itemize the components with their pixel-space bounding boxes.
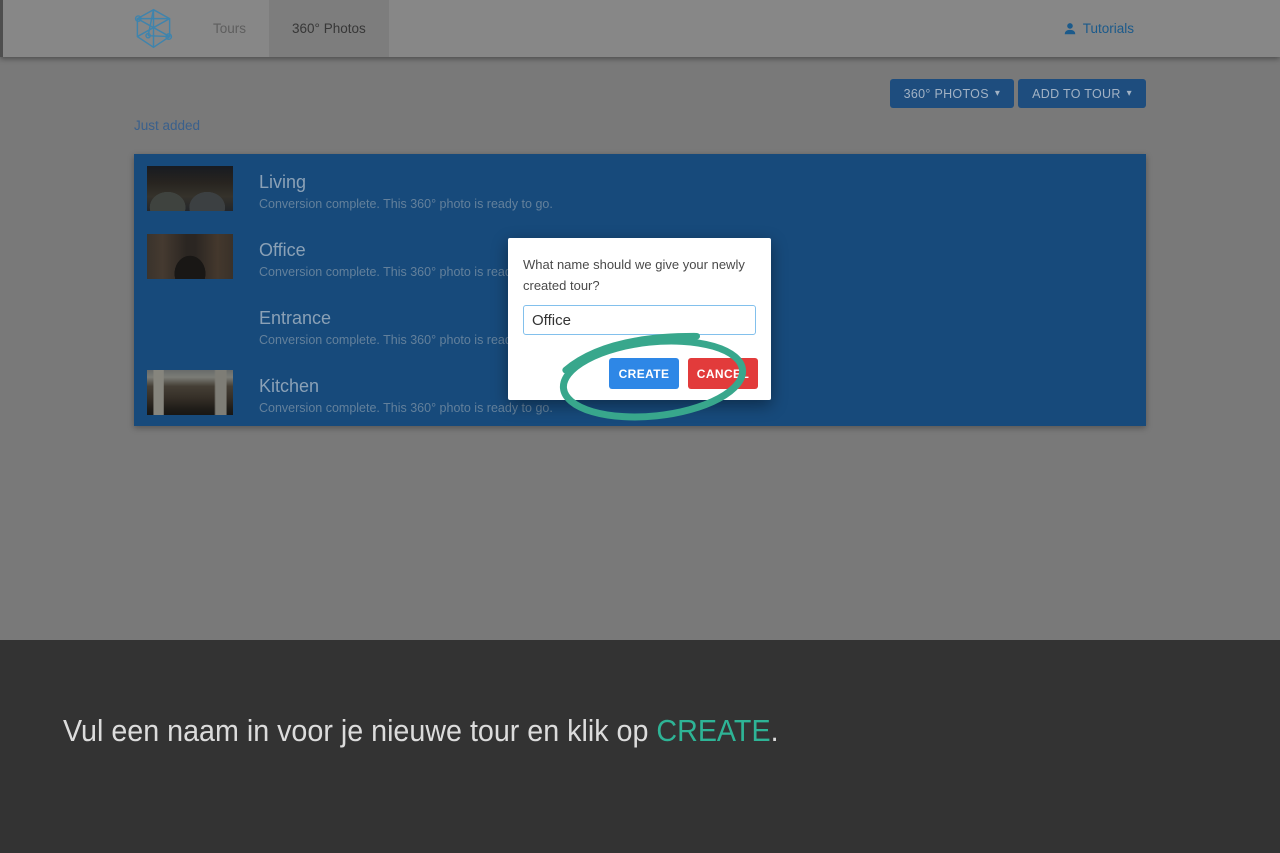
photo-thumbnail [147, 234, 233, 279]
just-added-label: Just added [134, 118, 200, 133]
caret-down-icon: ▾ [995, 88, 1000, 99]
tab-360-photos[interactable]: 360° Photos [269, 0, 389, 57]
tutorials-link[interactable]: Tutorials [1063, 0, 1134, 57]
caption-highlight: CREATE [656, 714, 770, 748]
photo-thumbnail [147, 302, 233, 347]
photo-row-living[interactable]: Living Conversion complete. This 360° ph… [147, 166, 1133, 211]
caption-prefix: Vul een naam in voor je nieuwe tour en k… [63, 714, 656, 748]
photo-status: Conversion complete. This 360° photo is … [259, 197, 553, 211]
top-navbar: Tours 360° Photos Tutorials [0, 0, 1280, 57]
window-edge [0, 0, 3, 57]
cancel-button[interactable]: CANCEL [688, 358, 758, 389]
nav-tabs: Tours 360° Photos [190, 0, 389, 57]
caption-suffix: . [771, 714, 779, 748]
toolbar: 360° PHOTOS ▾ ADD TO TOUR ▾ [890, 79, 1146, 108]
create-button[interactable]: CREATE [609, 358, 679, 389]
photo-thumbnail [147, 166, 233, 211]
add-to-tour-dropdown-button[interactable]: ADD TO TOUR ▾ [1018, 79, 1146, 108]
tab-tours[interactable]: Tours [190, 0, 269, 57]
photo-status: Conversion complete. This 360° photo is … [259, 401, 553, 415]
photo-title: Living [259, 171, 553, 193]
tour-name-input[interactable] [523, 305, 756, 335]
photo-thumbnail [147, 370, 233, 415]
photos-dropdown-button[interactable]: 360° PHOTOS ▾ [890, 79, 1015, 108]
caret-down-icon: ▾ [1127, 88, 1132, 99]
caption-band: Vul een naam in voor je nieuwe tour en k… [0, 640, 1280, 853]
tutorials-label: Tutorials [1083, 21, 1134, 36]
user-icon [1063, 22, 1077, 36]
caption-text: Vul een naam in voor je nieuwe tour en k… [63, 714, 779, 749]
app-logo-icon[interactable] [132, 7, 175, 50]
tutorial-slide: Tours 360° Photos Tutorials 360° PHOTOS … [0, 0, 1280, 853]
create-tour-dialog: What name should we give your newly crea… [508, 238, 771, 400]
dialog-question: What name should we give your newly crea… [523, 254, 755, 296]
